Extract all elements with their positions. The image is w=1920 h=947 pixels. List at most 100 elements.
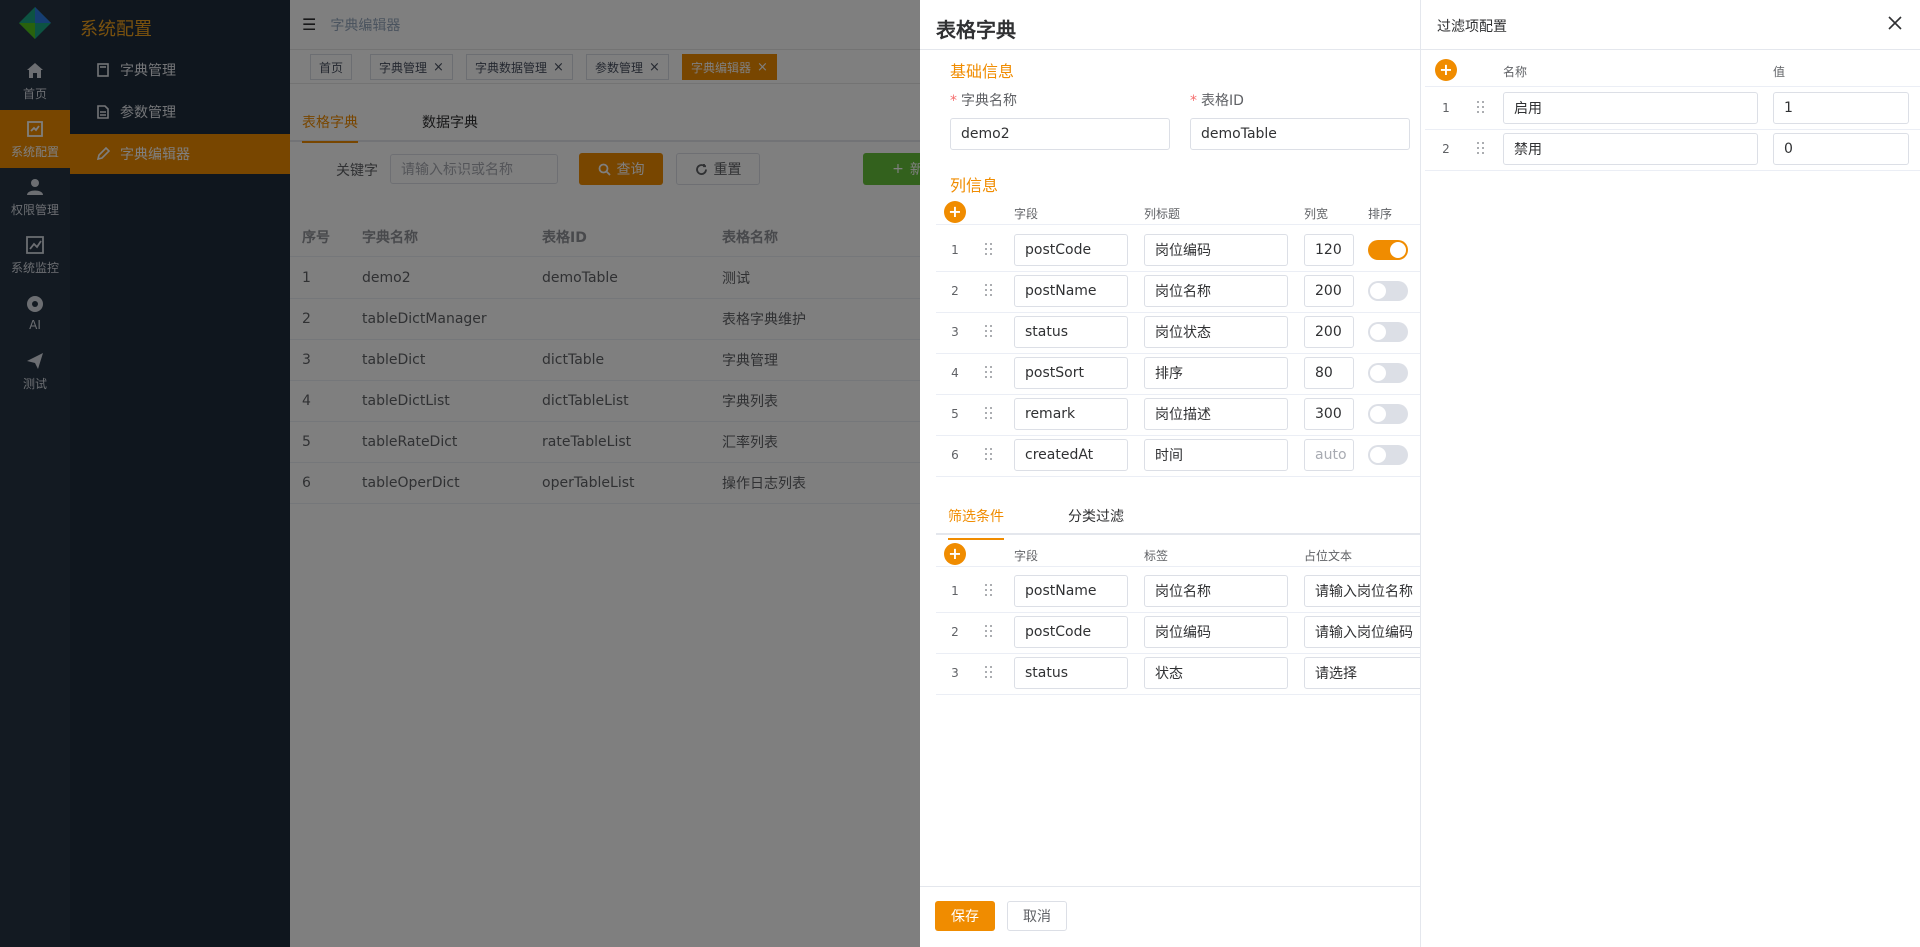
column-title-input[interactable]: 岗位状态 xyxy=(1144,316,1288,348)
filter-label-input[interactable]: 岗位编码 xyxy=(1144,616,1288,648)
section-columns: 列信息 xyxy=(950,176,999,195)
column-field-input[interactable]: postName xyxy=(1014,275,1128,307)
dict-name-label: * 字典名称 xyxy=(950,93,1017,109)
column-header: 标签 xyxy=(1144,549,1169,563)
row-number: 2 xyxy=(1442,142,1450,156)
column-field-input[interactable]: remark xyxy=(1014,398,1128,430)
column-header: 字段 xyxy=(1014,207,1039,221)
row-number: 1 xyxy=(1442,101,1450,115)
column-field-input[interactable]: status xyxy=(1014,316,1128,348)
add-filter-button[interactable]: + xyxy=(944,543,966,565)
column-title-input[interactable]: 时间 xyxy=(1144,439,1288,471)
divider xyxy=(1425,86,1920,87)
filter-items-drawer: 过滤项配置 + 名称 值 1 启用 1 2 禁用 0 xyxy=(1420,0,1920,947)
divider xyxy=(936,271,1420,272)
table-dict-drawer: 表格字典 基础信息 * 字典名称 demo2 * 表格ID demoTable 列信… xyxy=(920,0,1420,947)
filter-field-input[interactable]: postCode xyxy=(1014,616,1128,648)
column-width-input[interactable]: 120 xyxy=(1304,234,1354,266)
row-number: 3 xyxy=(951,666,959,680)
divider xyxy=(936,653,1420,654)
column-header: 列标题 xyxy=(1144,207,1181,221)
drag-handle-icon[interactable] xyxy=(984,447,994,461)
filter-item-name-input[interactable]: 启用 xyxy=(1503,92,1758,124)
column-title-input[interactable]: 岗位编码 xyxy=(1144,234,1288,266)
divider xyxy=(936,353,1420,354)
column-header: 字段 xyxy=(1014,549,1039,563)
sort-toggle[interactable] xyxy=(1368,281,1408,301)
column-header: 列宽 xyxy=(1304,207,1329,221)
drag-handle-icon[interactable] xyxy=(984,242,994,256)
cancel-button[interactable]: 取消 xyxy=(1007,901,1067,931)
column-width-input[interactable]: 80 xyxy=(1304,357,1354,389)
sort-toggle[interactable] xyxy=(1368,404,1408,424)
table-id-label: * 表格ID xyxy=(1190,93,1244,109)
drag-handle-icon[interactable] xyxy=(984,624,994,638)
tab-category-filter[interactable]: 分类过滤 xyxy=(1068,506,1124,526)
row-number: 3 xyxy=(951,325,959,339)
column-header: 排序 xyxy=(1368,207,1393,221)
drag-handle-icon[interactable] xyxy=(984,406,994,420)
row-number: 1 xyxy=(951,584,959,598)
filter-field-input[interactable]: postName xyxy=(1014,575,1128,607)
save-button[interactable]: 保存 xyxy=(935,901,995,931)
row-number: 5 xyxy=(951,407,959,421)
drag-handle-icon[interactable] xyxy=(984,365,994,379)
drag-handle-icon[interactable] xyxy=(1476,141,1486,155)
dict-name-input[interactable]: demo2 xyxy=(950,118,1170,150)
divider xyxy=(936,435,1420,436)
divider xyxy=(936,566,1420,567)
row-number: 6 xyxy=(951,448,959,462)
table-id-input[interactable]: demoTable xyxy=(1190,118,1410,150)
filter-placeholder-input[interactable]: 请输入岗位编码 xyxy=(1304,616,1420,648)
drawer-title: 过滤项配置 xyxy=(1437,19,1507,35)
filter-label-input[interactable]: 状态 xyxy=(1144,657,1288,689)
divider xyxy=(920,49,1420,50)
column-header: 值 xyxy=(1773,65,1786,79)
column-title-input[interactable]: 岗位名称 xyxy=(1144,275,1288,307)
filter-label-input[interactable]: 岗位名称 xyxy=(1144,575,1288,607)
sort-toggle[interactable] xyxy=(1368,363,1408,383)
divider xyxy=(936,312,1420,313)
column-title-input[interactable]: 岗位描述 xyxy=(1144,398,1288,430)
row-number: 4 xyxy=(951,366,959,380)
drag-handle-icon[interactable] xyxy=(984,324,994,338)
drag-handle-icon[interactable] xyxy=(984,283,994,297)
column-field-input[interactable]: createdAt xyxy=(1014,439,1128,471)
column-header: 名称 xyxy=(1503,65,1528,79)
filter-placeholder-input[interactable]: 请选择 xyxy=(1304,657,1420,689)
add-filter-item-button[interactable]: + xyxy=(1435,59,1457,81)
sort-toggle[interactable] xyxy=(1368,445,1408,465)
row-number: 2 xyxy=(951,625,959,639)
drag-handle-icon[interactable] xyxy=(984,583,994,597)
close-icon[interactable] xyxy=(1886,14,1904,32)
filter-placeholder-input[interactable]: 请输入岗位名称 xyxy=(1304,575,1420,607)
column-width-input[interactable]: 200 xyxy=(1304,316,1354,348)
row-number: 1 xyxy=(951,243,959,257)
divider xyxy=(1425,170,1920,171)
divider xyxy=(936,694,1420,695)
filter-item-value-input[interactable]: 1 xyxy=(1773,92,1909,124)
column-field-input[interactable]: postCode xyxy=(1014,234,1128,266)
add-column-button[interactable]: + xyxy=(944,201,966,223)
filter-item-name-input[interactable]: 禁用 xyxy=(1503,133,1758,165)
column-width-input[interactable]: auto xyxy=(1304,439,1354,471)
sort-toggle[interactable] xyxy=(1368,322,1408,342)
section-basic-info: 基础信息 xyxy=(950,62,1015,81)
sort-toggle[interactable] xyxy=(1368,240,1408,260)
divider xyxy=(920,886,1420,887)
divider xyxy=(936,533,1420,535)
divider xyxy=(936,394,1420,395)
drawer-title: 表格字典 xyxy=(936,18,1016,42)
filter-field-input[interactable]: status xyxy=(1014,657,1128,689)
column-width-input[interactable]: 200 xyxy=(1304,275,1354,307)
divider xyxy=(936,224,1420,225)
column-field-input[interactable]: postSort xyxy=(1014,357,1128,389)
column-title-input[interactable]: 排序 xyxy=(1144,357,1288,389)
drag-handle-icon[interactable] xyxy=(984,665,994,679)
divider xyxy=(936,612,1420,613)
row-number: 2 xyxy=(951,284,959,298)
filter-item-value-input[interactable]: 0 xyxy=(1773,133,1909,165)
divider xyxy=(1421,49,1920,50)
drag-handle-icon[interactable] xyxy=(1476,100,1486,114)
column-width-input[interactable]: 300 xyxy=(1304,398,1354,430)
